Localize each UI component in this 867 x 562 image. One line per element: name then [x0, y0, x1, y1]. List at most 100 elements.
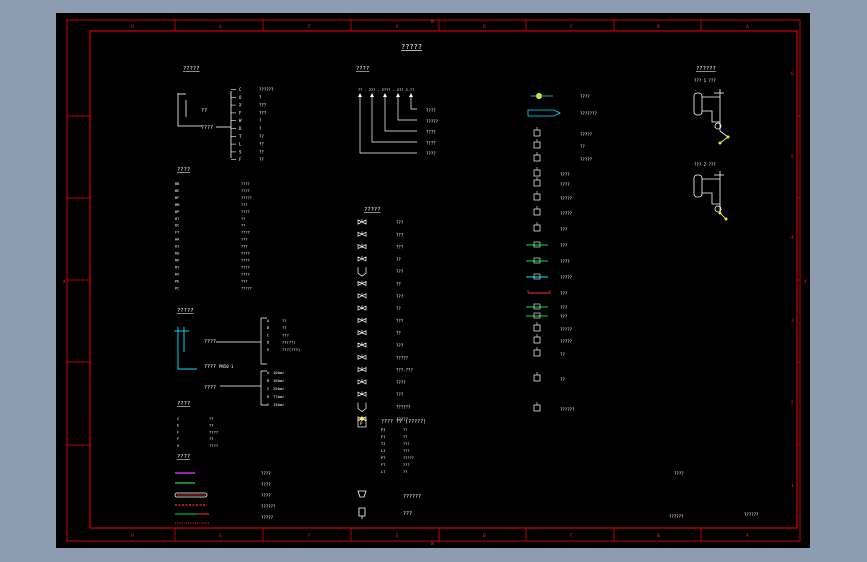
line-legend-connectors	[216, 317, 267, 406]
line-legend-lower-code: A	[267, 370, 270, 375]
abbreviation-meaning: ???	[241, 203, 248, 207]
designation-code: W	[239, 118, 242, 123]
valve-symbol	[357, 317, 367, 323]
equipment-symbol	[533, 206, 541, 216]
abbreviation-meaning: ????	[241, 252, 250, 256]
abbreviation-code: RV	[175, 272, 180, 276]
control-loop-1	[693, 89, 729, 144]
equipment-symbol	[533, 334, 541, 344]
equipment-label: ????	[560, 172, 570, 177]
pipe-types-list: ???????????????????????	[261, 471, 276, 520]
pipe-type-label: ????	[261, 471, 271, 476]
instrument-label: ?????	[403, 456, 414, 460]
equipment-list: ????????????????????????????????????????…	[526, 93, 597, 412]
equipment-label: ???	[560, 314, 568, 319]
designation-meaning: ???	[259, 103, 267, 108]
abbreviation-meaning: ???	[241, 279, 248, 283]
equipment-label: ??	[560, 377, 565, 382]
loops-heading: ??????	[696, 66, 716, 72]
equipment-label: ???	[560, 305, 568, 310]
pipe-type-label: ????	[261, 493, 271, 498]
equipment-label: ??????	[560, 407, 575, 412]
size-value: ??	[209, 436, 214, 441]
abbreviation-meaning: ????	[241, 231, 250, 235]
row-zone-label: 6	[791, 71, 794, 77]
valve-symbol	[357, 255, 367, 262]
equipment-symbol	[526, 312, 548, 319]
drawing-sheet: HHGGFFEEDDCCBBAA654321WWXX ????? ????? ?…	[56, 13, 810, 548]
instrument-label: ??	[403, 435, 407, 439]
pipe-type-samples	[174, 472, 209, 524]
equipment-symbol	[526, 273, 548, 280]
equipment-symbol	[531, 93, 553, 99]
size-code: S	[177, 443, 180, 448]
valve-symbol	[357, 305, 367, 311]
top-zone-label: E	[396, 24, 399, 30]
line-legend-outer-label: ????	[204, 385, 216, 391]
inner-frame	[89, 30, 798, 529]
numbering-label: ?????	[426, 119, 439, 124]
valve-symbol	[357, 231, 367, 237]
equipment-symbol	[533, 222, 541, 232]
top-zone-label: A	[746, 24, 749, 30]
line-legend-upper-meaning: ???(???)	[282, 347, 300, 352]
equipment-symbol	[533, 372, 541, 382]
valve-symbol	[357, 329, 367, 336]
instrument-code: PT	[381, 456, 386, 460]
bottom-zone-label: A	[746, 533, 749, 539]
abbreviation-meaning: ????	[241, 258, 250, 262]
top-zone-label: D	[483, 24, 486, 30]
sizes-heading: ????	[177, 401, 190, 407]
abbreviation-meaning: ???	[241, 238, 248, 242]
size-value: ??	[209, 416, 214, 421]
equipment-symbol	[533, 177, 541, 187]
equipment-symbol	[533, 167, 541, 177]
equipment-symbol	[526, 241, 548, 248]
abbreviation-code: BT	[175, 217, 180, 221]
designation-meaning: ?	[259, 126, 262, 131]
line-legend-upper-meaning: ???	[282, 332, 289, 337]
abbreviation-code: HA	[175, 238, 180, 242]
size-value: ????	[209, 443, 218, 448]
bottom-zone-label: D	[483, 533, 486, 539]
abbreviation-code: BB	[175, 182, 179, 186]
designation-code: L	[239, 142, 242, 147]
top-zone-label: B	[657, 24, 660, 30]
equipment-label: ???????	[580, 111, 597, 116]
size-code: F	[177, 429, 180, 434]
equipment-label: ???	[560, 227, 568, 232]
equipment-label: ????	[560, 182, 570, 187]
row-zone-label: 4	[791, 235, 794, 241]
instrument-code: LT	[381, 470, 386, 474]
abbreviation-code: PE	[175, 279, 179, 283]
valves-heading: ?????	[364, 207, 381, 213]
numbering-leaders	[359, 95, 417, 154]
designation-outer-label: ????	[201, 125, 213, 131]
equipment-symbol	[527, 109, 561, 117]
designation-list: C ?????? O ? X ??? F ??? W ? D ? T ?? L ?? S ?? F??	[231, 87, 274, 162]
size-code: E	[177, 423, 180, 428]
designation-meaning: ??????	[259, 87, 274, 92]
pipe-type-label: ????	[261, 482, 271, 487]
top-zone-label: C	[570, 24, 573, 30]
abbreviation-code: DC	[175, 224, 179, 228]
valve-label: ???	[396, 294, 404, 299]
equipment-label: ??	[580, 144, 585, 149]
line-legend-upper-meaning: ??	[282, 325, 287, 330]
equipment-label: ????	[580, 94, 590, 99]
bottom-zone-label: C	[570, 533, 573, 539]
instrument-label: ???	[403, 449, 410, 453]
schematic-drawing: HHGGFFEEDDCCBBAA654321WWX X ????? ????? ?…	[63, 19, 807, 547]
line-legend-lower-meaning: 10bar	[273, 370, 285, 375]
line-legend-upper-code: C	[267, 332, 269, 337]
titleblock-drawing-no: ??????	[669, 514, 684, 519]
numbering-label: ????	[426, 140, 436, 145]
size-code: C	[177, 416, 179, 421]
line-legend-upper-meaning: ??(??)	[282, 340, 296, 345]
valve-label: ???	[396, 318, 404, 323]
numbering-arrows	[358, 93, 413, 97]
instrument-code: TI	[381, 442, 385, 446]
designation-code: F	[239, 110, 242, 115]
line-legend-lower-meaning: 25bar	[273, 386, 285, 391]
line-legend-upper-meaning: ??	[282, 318, 287, 323]
